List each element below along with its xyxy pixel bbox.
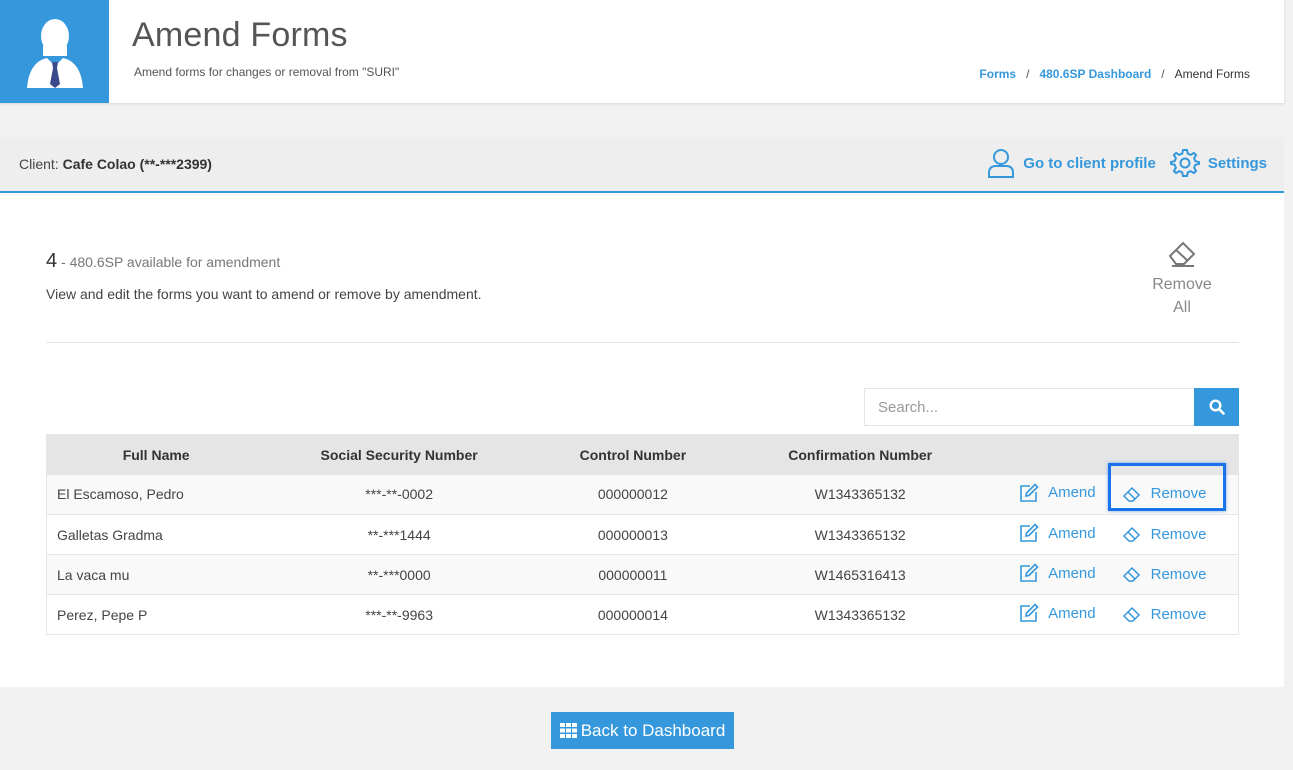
edit-icon: [1020, 523, 1039, 542]
cell-confirmation-number: W1343365132: [814, 606, 906, 623]
search-bar: [864, 388, 1239, 426]
search-button[interactable]: [1194, 388, 1239, 426]
remove-label: Remove: [1150, 525, 1207, 543]
table-header-row: Full Name Social Security Number Control…: [46, 434, 1239, 475]
header-avatar: [0, 0, 109, 103]
main-panel: Client: Cafe Colao (**-***2399) Go to cl…: [0, 137, 1284, 687]
eraser-icon: [1168, 241, 1196, 267]
remove-label: Remove: [1150, 565, 1207, 583]
remove-label: Remove: [1150, 605, 1207, 623]
page-header: Amend Forms Amend forms for changes or r…: [0, 0, 1284, 103]
table-row: Perez, Pepe P ***-**-9963 000000014 W134336…: [46, 594, 1239, 635]
table-body: El Escamoso, Pedro ***-**-0002 000000012 W1…: [46, 462, 1239, 635]
available-count: 4 - 480.6SP available for amendment: [46, 250, 280, 273]
cell-full-name: Perez, Pepe P: [57, 606, 148, 623]
table-row: Galletas Gradma **-***1444 000000013 W13433…: [46, 514, 1239, 555]
go-to-client-profile-link[interactable]: Go to client profile: [987, 148, 1156, 178]
count-number: 4: [46, 250, 58, 272]
client-name: Cafe Colao (**-***2399): [62, 156, 212, 172]
cell-full-name: La vaca mu: [57, 566, 130, 583]
cell-control-number: 000000011: [598, 566, 668, 583]
profile-link-label: Go to client profile: [1023, 154, 1156, 172]
breadcrumb-forms[interactable]: Forms: [979, 67, 1016, 81]
settings-link-label: Settings: [1207, 154, 1267, 172]
user-outline-icon: [988, 149, 1015, 178]
forms-table: Full Name Social Security Number Control…: [46, 434, 1239, 635]
search-input[interactable]: [864, 388, 1194, 426]
back-to-dashboard-label: Back to Dashboard: [580, 720, 726, 740]
edit-icon: [1020, 483, 1039, 502]
amend-button[interactable]: Amend: [1019, 523, 1096, 543]
client-actions: Go to client profile Settings: [973, 148, 1267, 178]
amend-label: Amend: [1048, 524, 1096, 542]
edit-icon: [1020, 563, 1039, 582]
amend-label: Amend: [1048, 604, 1096, 622]
cell-control-number: 000000014: [597, 606, 668, 623]
table-row: El Escamoso, Pedro ***-**-0002 000000012 W1…: [46, 462, 1239, 515]
header-full-name: Full Name: [122, 446, 190, 463]
grid-icon: [559, 723, 577, 738]
remove-button[interactable]: Remove: [1107, 462, 1226, 511]
breadcrumb-dashboard[interactable]: 480.6SP Dashboard: [1039, 67, 1151, 81]
cell-ssn: **-***1444: [367, 526, 431, 543]
edit-icon: [1020, 603, 1039, 622]
amend-label: Amend: [1048, 564, 1096, 582]
breadcrumb: Forms / 480.6SP Dashboard / Amend Forms: [979, 67, 1250, 81]
cell-actions: Amend Remove: [988, 462, 1239, 515]
search-icon: [1208, 399, 1225, 415]
header-control-number: Control Number: [579, 446, 687, 463]
header-confirmation-number: Confirmation Number: [788, 446, 933, 463]
cell-actions: Amend Remove: [988, 595, 1239, 635]
page-title: Amend Forms: [132, 16, 348, 54]
description: View and edit the forms you want to amen…: [46, 286, 482, 302]
cell-confirmation-number: W1343365132: [814, 526, 906, 543]
remove-all-button[interactable]: Remove All: [1142, 239, 1222, 319]
eraser-icon: [1122, 526, 1140, 542]
cell-ssn: **-***0000: [367, 566, 431, 583]
breadcrumb-separator: /: [1161, 67, 1165, 81]
client-prefix: Client:: [19, 156, 59, 172]
amend-button[interactable]: Amend: [1019, 483, 1096, 503]
cell-confirmation-number: W1465316413: [814, 566, 906, 583]
cell-full-name: El Escamoso, Pedro: [57, 486, 184, 503]
client-label: Client: Cafe Colao (**-***2399): [19, 156, 212, 172]
remove-button[interactable]: Remove: [1122, 605, 1207, 623]
remove-all-label-1: Remove: [1152, 276, 1212, 293]
breadcrumb-separator: /: [1026, 67, 1030, 81]
amend-label: Amend: [1048, 484, 1096, 502]
remove-button[interactable]: Remove: [1122, 525, 1207, 543]
gear-icon: [1169, 149, 1200, 177]
focus-highlight: [1107, 462, 1226, 511]
cell-actions: Amend Remove: [988, 515, 1239, 555]
user-tie-icon: [26, 18, 83, 88]
cell-ssn: ***-**-0002: [365, 486, 433, 503]
cell-control-number: 000000013: [597, 526, 668, 543]
cell-actions: Amend Remove: [988, 555, 1239, 595]
settings-link[interactable]: Settings: [1169, 148, 1267, 178]
table-row: La vaca mu **-***0000 000000011 W1465316413…: [46, 554, 1239, 595]
remove-button[interactable]: Remove: [1122, 565, 1207, 583]
page-subtitle: Amend forms for changes or removal from …: [134, 65, 400, 79]
divider: [46, 342, 1239, 343]
amend-button[interactable]: Amend: [1019, 603, 1096, 623]
amend-button[interactable]: Amend: [1019, 563, 1096, 583]
header-ssn: Social Security Number: [320, 446, 478, 463]
cell-ssn: ***-**-9963: [365, 606, 433, 623]
count-text: - 480.6SP available for amendment: [61, 254, 281, 270]
remove-all-label-2: All: [1173, 299, 1191, 316]
cell-control-number: 000000012: [597, 486, 668, 503]
cell-full-name: Galletas Gradma: [57, 526, 163, 543]
breadcrumb-current: Amend Forms: [1174, 67, 1250, 81]
cell-confirmation-number: W1343365132: [814, 486, 906, 503]
eraser-icon: [1122, 566, 1140, 582]
eraser-icon: [1122, 606, 1140, 622]
client-bar: Client: Cafe Colao (**-***2399) Go to cl…: [0, 137, 1284, 193]
back-to-dashboard-button[interactable]: Back to Dashboard: [551, 712, 734, 749]
